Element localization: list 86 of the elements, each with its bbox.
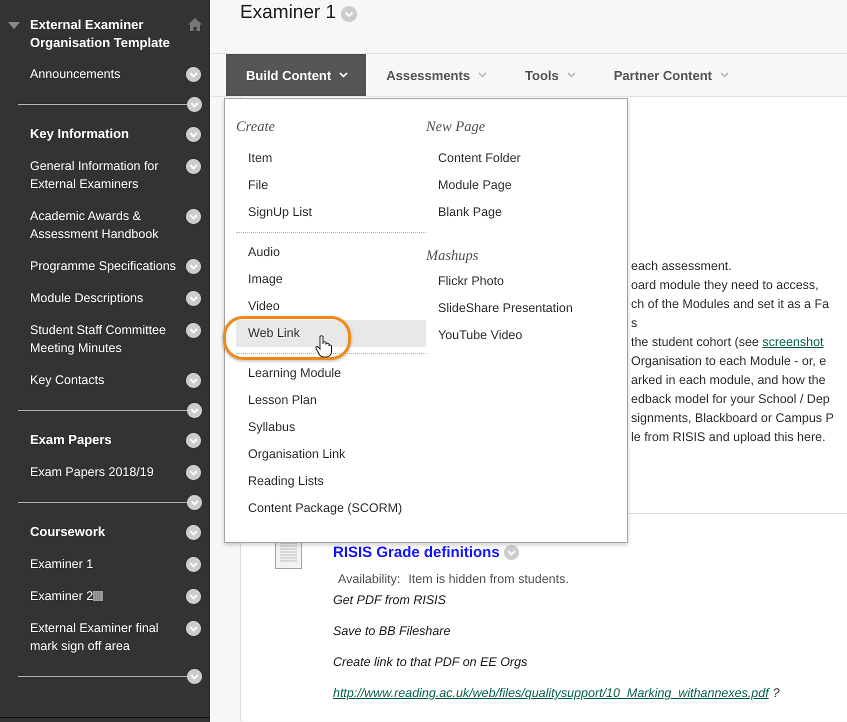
menu-item[interactable]: Lesson Plan bbox=[236, 387, 426, 414]
menu-item[interactable]: Video bbox=[236, 293, 426, 320]
note-text: Get PDF from RISIS bbox=[333, 592, 447, 609]
sidebar-item[interactable]: General Information for External Examiners bbox=[30, 157, 186, 193]
chevron-icon[interactable] bbox=[186, 159, 201, 174]
note-text: Save to BB Fileshare bbox=[333, 623, 452, 640]
chevron-icon[interactable] bbox=[186, 323, 201, 338]
menu-tab[interactable]: Partner Content bbox=[594, 54, 747, 96]
chevron-icon[interactable] bbox=[186, 259, 201, 274]
sidebar-heading[interactable]: Exam Papers bbox=[30, 431, 186, 449]
home-icon[interactable] bbox=[188, 18, 202, 31]
chevron-icon[interactable] bbox=[186, 557, 201, 572]
chevron-icon[interactable] bbox=[186, 465, 201, 480]
menu-item[interactable]: Audio bbox=[236, 239, 426, 266]
menu-section-heading: New Page bbox=[426, 118, 486, 137]
page-title: Examiner 1 bbox=[240, 1, 336, 25]
menu-item[interactable]: Item bbox=[236, 145, 426, 172]
menu-item[interactable]: Blank Page bbox=[426, 199, 616, 226]
paragraph-text: arked in each module, and how the bbox=[631, 372, 827, 389]
chevron-icon[interactable] bbox=[187, 402, 202, 418]
menu-item[interactable]: SignUp List bbox=[236, 199, 426, 226]
sidebar-item[interactable]: Academic Awards & Assessment Handbook bbox=[30, 207, 186, 243]
question-mark: ? bbox=[772, 685, 780, 702]
menu-tab[interactable]: Assessments bbox=[366, 54, 506, 96]
paragraph-text: each assessment. bbox=[631, 258, 733, 275]
caret-icon bbox=[478, 72, 488, 78]
paragraph-text: signments, Blackboard or Campus P bbox=[631, 410, 835, 427]
menu-item[interactable]: File bbox=[236, 172, 426, 199]
chevron-icon[interactable] bbox=[186, 589, 201, 604]
menu-section-heading: Create bbox=[236, 118, 276, 137]
caret-icon bbox=[339, 72, 348, 78]
chevron-icon[interactable] bbox=[187, 494, 202, 510]
paragraph-text: ch of the Modules and set it as a Fa bbox=[631, 296, 830, 313]
paragraph-text: le from RISIS and upload this here. bbox=[631, 429, 827, 446]
hand-cursor-icon bbox=[315, 335, 332, 358]
sidebar-item[interactable]: Announcements bbox=[30, 65, 186, 83]
menu-item[interactable]: Organisation Link bbox=[236, 441, 426, 468]
menu-item[interactable]: Flickr Photo bbox=[426, 268, 616, 295]
chevron-icon[interactable] bbox=[186, 291, 201, 306]
caret-icon bbox=[566, 72, 576, 78]
menu-item[interactable]: Learning Module bbox=[236, 360, 426, 387]
menu-tab[interactable]: Tools bbox=[505, 54, 594, 96]
paragraph-text: the student cohort (see screenshot bbox=[631, 334, 824, 351]
menu-section-heading: Mashups bbox=[426, 247, 480, 266]
chevron-icon[interactable] bbox=[186, 209, 201, 224]
availability-value: Item is hidden from students. bbox=[408, 571, 569, 588]
note-text: Create link to that PDF on EE Orgs bbox=[333, 654, 528, 671]
menu-item[interactable]: Reading Lists bbox=[236, 468, 426, 495]
sidebar-item[interactable]: Examiner 1 bbox=[30, 555, 186, 573]
paragraph-text: oard module they need to access, bbox=[631, 277, 820, 294]
chevron-icon[interactable] bbox=[186, 127, 201, 142]
chevron-icon[interactable] bbox=[186, 525, 201, 540]
sidebar-item[interactable]: Key Contacts bbox=[30, 371, 186, 389]
availability-label: Availability: bbox=[338, 571, 400, 588]
chevron-icon[interactable] bbox=[187, 668, 202, 684]
menu-item[interactable]: Web Link bbox=[236, 320, 426, 347]
screenshot-link[interactable]: screenshot bbox=[762, 335, 824, 349]
menu-item[interactable]: Syllabus bbox=[236, 414, 426, 441]
menu-item[interactable]: Image bbox=[236, 266, 426, 293]
sidebar-item[interactable]: Examiner 2 bbox=[30, 587, 186, 605]
sidebar-item[interactable]: External Examiner final mark sign off area bbox=[30, 619, 186, 655]
sidebar-heading[interactable]: Coursework bbox=[30, 523, 186, 541]
sidebar-heading[interactable]: Key Information bbox=[30, 125, 186, 143]
paragraph-text: Organisation to each Module - or, e bbox=[631, 353, 828, 370]
menu-item[interactable]: SlideShare Presentation bbox=[426, 295, 616, 322]
caret-icon bbox=[720, 72, 729, 78]
sidebar-item[interactable]: Student Staff Committee Meeting Minutes bbox=[30, 321, 186, 357]
menu-item[interactable]: Module Page bbox=[426, 172, 616, 199]
menu-item[interactable]: Content Package (SCORM) bbox=[236, 495, 426, 522]
paragraph-text: edback model for your School / Dep bbox=[631, 391, 831, 408]
chevron-icon[interactable] bbox=[187, 96, 202, 112]
pdf-link[interactable]: http://www.reading.ac.uk/web/files/qualitysupport/10_Marking_withannexes.pdf bbox=[333, 684, 769, 702]
chevron-icon[interactable] bbox=[186, 621, 201, 636]
menu-tab[interactable]: Build Content bbox=[226, 54, 366, 96]
chevron-icon[interactable] bbox=[186, 67, 201, 82]
sidebar-item[interactable]: Module Descriptions bbox=[30, 289, 186, 307]
menu-item[interactable]: Content Folder bbox=[426, 145, 616, 172]
sidebar-item[interactable]: Programme Specifications bbox=[30, 257, 186, 275]
collapse-triangle-icon[interactable] bbox=[8, 22, 20, 30]
sidebar-item[interactable]: Exam Papers 2018/19 bbox=[30, 463, 186, 481]
course-title: External Examiner Organisation Template bbox=[30, 16, 171, 52]
item-title-link[interactable]: RISIS Grade definitions bbox=[333, 544, 500, 561]
chevron-icon[interactable] bbox=[186, 373, 201, 388]
menu-item[interactable]: YouTube Video bbox=[426, 322, 616, 349]
paragraph-text: s bbox=[631, 315, 638, 332]
chevron-icon[interactable] bbox=[186, 433, 201, 448]
